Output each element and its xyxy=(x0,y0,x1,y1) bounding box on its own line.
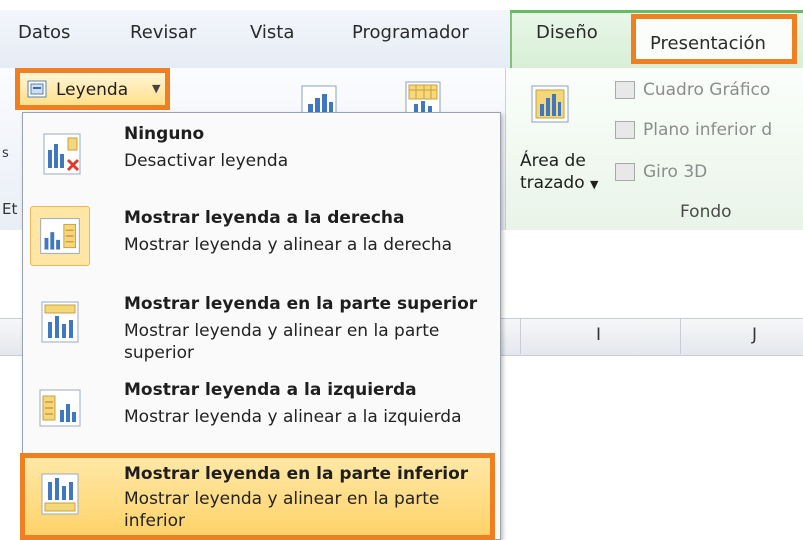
menu-item-title: Mostrar leyenda en la parte superior xyxy=(124,294,478,314)
column-header-j[interactable]: J xyxy=(752,325,757,345)
chart-floor-label: Plano inferior d xyxy=(643,120,773,140)
leyenda-button[interactable]: Leyenda ▼ xyxy=(15,68,170,110)
tab-vista[interactable]: Vista xyxy=(250,22,294,43)
legend-top-icon xyxy=(41,301,79,343)
chart-wall-label: Cuadro Gráfico xyxy=(643,80,771,100)
menu-item-title: Mostrar leyenda a la derecha xyxy=(124,208,405,228)
menu-item-title: Mostrar leyenda en la parte inferior xyxy=(124,464,469,484)
plot-area-button[interactable]: Área de trazado ▼ xyxy=(520,150,605,196)
chart-floor-button[interactable]: Plano inferior d xyxy=(615,120,772,140)
chart-wall-icon xyxy=(615,81,635,99)
menu-item-desc: Desactivar leyenda xyxy=(124,151,289,171)
window-top-strip xyxy=(0,0,803,10)
menu-item-desc: Mostrar leyenda y alinear a la izquierda xyxy=(124,407,462,427)
plot-area-label-line1: Área de xyxy=(520,151,586,171)
rotation-3d-button[interactable]: Giro 3D xyxy=(615,162,707,182)
rotation-3d-icon xyxy=(615,163,635,181)
no-legend-icon xyxy=(43,133,81,175)
menu-item-title: Ninguno xyxy=(124,124,205,144)
menu-item-desc: Mostrar leyenda y alinear a la derecha xyxy=(124,235,453,255)
rotation-3d-label: Giro 3D xyxy=(643,162,708,182)
menu-item-derecha[interactable]: Mostrar leyenda a la derecha Mostrar ley… xyxy=(22,196,499,282)
legend-left-icon xyxy=(39,389,81,427)
column-separator xyxy=(520,318,521,354)
tab-presentacion[interactable]: Presentación xyxy=(631,14,797,64)
menu-item-desc: Mostrar leyenda y alinear en la parte su… xyxy=(124,321,440,363)
column-header-i[interactable]: I xyxy=(596,325,601,345)
column-separator xyxy=(680,318,681,354)
fondo-group-label: Fondo xyxy=(680,202,732,222)
tab-presentacion-label: Presentación xyxy=(650,33,766,54)
tab-revisar[interactable]: Revisar xyxy=(130,22,196,43)
menu-item-desc: Mostrar leyenda y alinear en la parte in… xyxy=(124,489,440,531)
leyenda-label: Leyenda xyxy=(56,80,129,100)
menu-item-izquierda[interactable]: Mostrar leyenda a la izquierda Mostrar l… xyxy=(22,368,499,454)
chart-wall-button[interactable]: Cuadro Gráfico xyxy=(615,80,770,100)
menu-item-inferior[interactable]: Mostrar leyenda en la parte inferior Mos… xyxy=(22,454,499,540)
plot-area-icon[interactable] xyxy=(530,84,570,124)
tab-diseno[interactable]: Diseño xyxy=(536,22,598,43)
truncated-label-fragment: s xyxy=(2,146,9,161)
tab-datos[interactable]: Datos xyxy=(18,22,70,43)
chart-floor-icon xyxy=(615,121,635,139)
legend-bottom-icon xyxy=(41,473,79,515)
truncated-group-fragment: Et xyxy=(2,200,18,218)
tab-programador[interactable]: Programador xyxy=(352,22,469,43)
plot-area-label-line2: trazado xyxy=(520,173,585,193)
chevron-down-icon: ▼ xyxy=(152,82,161,95)
menu-item-superior[interactable]: Mostrar leyenda en la parte superior Mos… xyxy=(22,282,499,368)
chart-tools-context-line xyxy=(510,10,803,13)
legend-icon xyxy=(27,80,47,98)
menu-item-ninguno[interactable]: Ninguno Desactivar leyenda xyxy=(22,112,499,196)
chevron-down-icon: ▼ xyxy=(590,178,599,191)
menu-item-title: Mostrar leyenda a la izquierda xyxy=(124,380,417,400)
legend-right-icon xyxy=(30,206,90,266)
